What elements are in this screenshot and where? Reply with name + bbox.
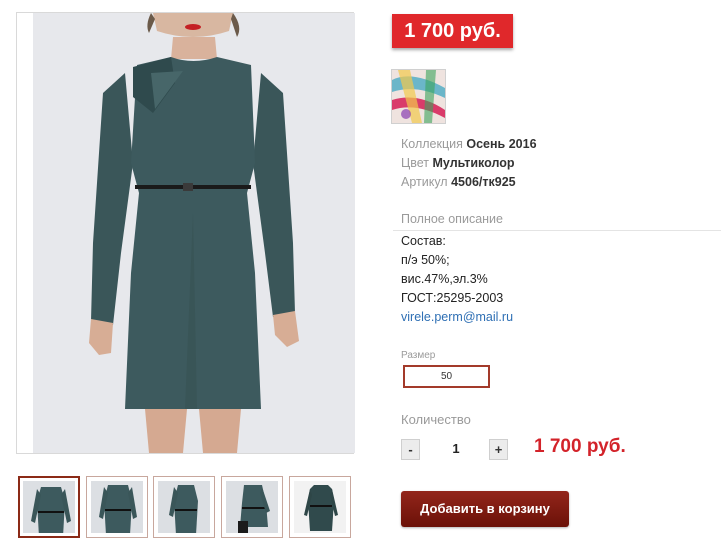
- thumbnail-2[interactable]: [86, 476, 148, 538]
- description-email-row: virele.perm@mail.ru: [401, 310, 513, 324]
- main-product-image[interactable]: [16, 12, 355, 454]
- description-line: Состав:: [401, 234, 446, 248]
- detail-label: Коллекция: [401, 137, 463, 151]
- description-line: вис.47%,эл.3%: [401, 272, 488, 286]
- thumbnail-5[interactable]: [289, 476, 351, 538]
- product-photo: [33, 13, 355, 453]
- quantity-value[interactable]: 1: [441, 441, 471, 456]
- thumbnail-1[interactable]: [18, 476, 80, 538]
- detail-value: Осень 2016: [466, 137, 537, 151]
- quantity-label: Количество: [401, 412, 471, 427]
- dress-illustration: [89, 13, 299, 453]
- quantity-decrement-button[interactable]: -: [401, 439, 420, 460]
- thumbnail-4[interactable]: [221, 476, 283, 538]
- divider: [393, 230, 721, 231]
- multicolor-swatch-icon[interactable]: [391, 69, 446, 124]
- detail-article: Артикул 4506/тк925: [401, 174, 516, 191]
- price-badge: 1 700 руб.: [392, 14, 513, 48]
- detail-label: Артикул: [401, 175, 448, 189]
- detail-collection: Коллекция Осень 2016: [401, 136, 537, 153]
- size-label: Размер: [401, 350, 436, 361]
- quantity-increment-button[interactable]: +: [489, 439, 508, 460]
- total-price: 1 700 руб.: [534, 436, 626, 457]
- detail-value: Мультиколор: [432, 156, 515, 170]
- description-line: п/э 50%;: [401, 253, 450, 267]
- detail-color: Цвет Мультиколор: [401, 155, 515, 172]
- email-link[interactable]: virele.perm@mail.ru: [401, 310, 513, 324]
- thumbnail-3[interactable]: [153, 476, 215, 538]
- size-option-selected[interactable]: 50: [403, 365, 490, 388]
- add-to-cart-button[interactable]: Добавить в корзину: [401, 491, 569, 527]
- description-line: ГОСТ:25295-2003: [401, 291, 504, 305]
- detail-label: Цвет: [401, 156, 430, 170]
- description-title: Полное описание: [401, 212, 503, 226]
- detail-value: 4506/тк925: [451, 175, 516, 189]
